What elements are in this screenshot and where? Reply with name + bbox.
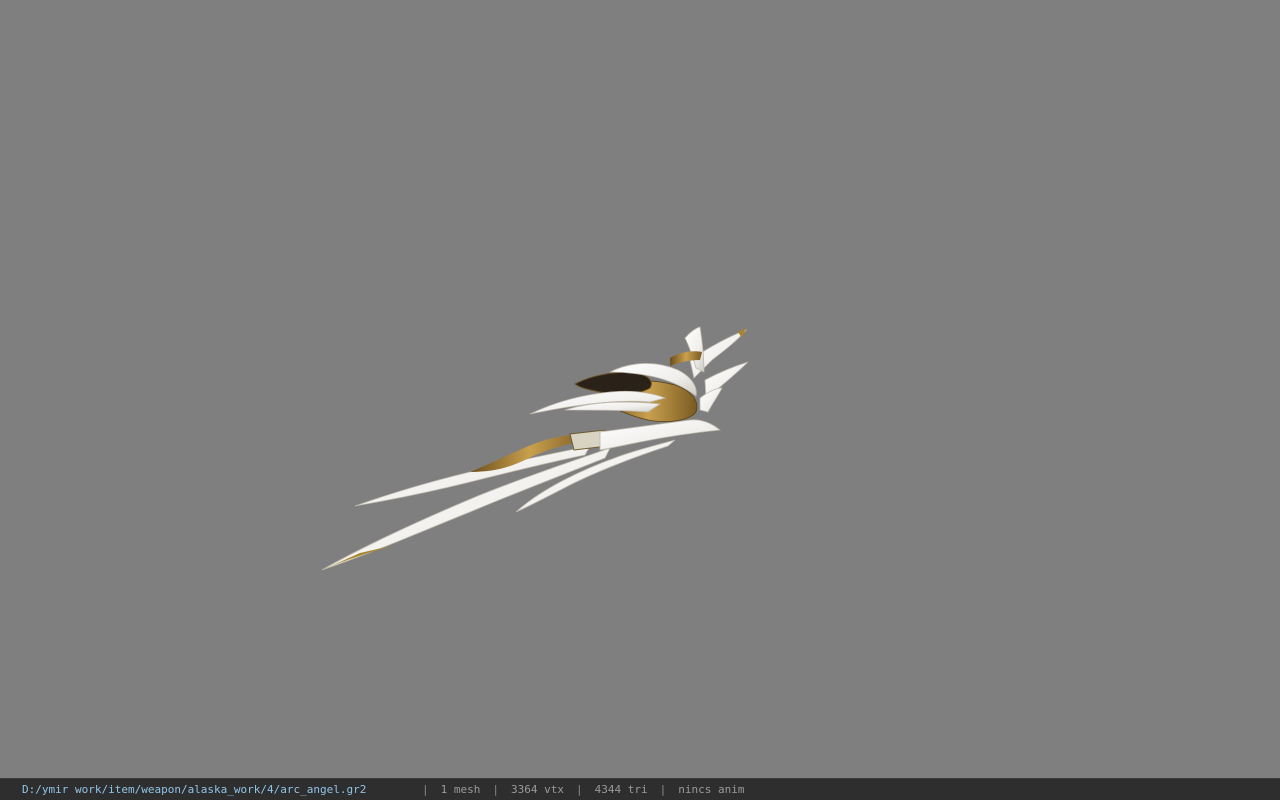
separator: | xyxy=(575,783,583,796)
separator: | xyxy=(422,783,429,796)
separator: | xyxy=(492,783,499,796)
status-bar: D:/ymir work/item/weapon/alaska_work/4/a… xyxy=(0,778,1280,800)
triangle-count: 4344 tri xyxy=(594,783,648,796)
model-stats: | 1 mesh | 3364 vtx | 4344 tri | nincs anim xyxy=(410,779,744,800)
vertex-count: 3364 vtx xyxy=(511,783,564,796)
blade-right-lower xyxy=(699,387,723,413)
dark-ornament-core xyxy=(574,371,652,395)
bow-model-render xyxy=(321,326,749,571)
3d-viewport[interactable] xyxy=(0,0,1280,778)
separator: | xyxy=(659,783,667,796)
mesh-count: 1 mesh xyxy=(440,783,481,796)
animation-status: nincs anim xyxy=(678,783,745,796)
blade-lower-long xyxy=(321,447,611,571)
file-path-label: D:/ymir work/item/weapon/alaska_work/4/a… xyxy=(22,783,367,796)
